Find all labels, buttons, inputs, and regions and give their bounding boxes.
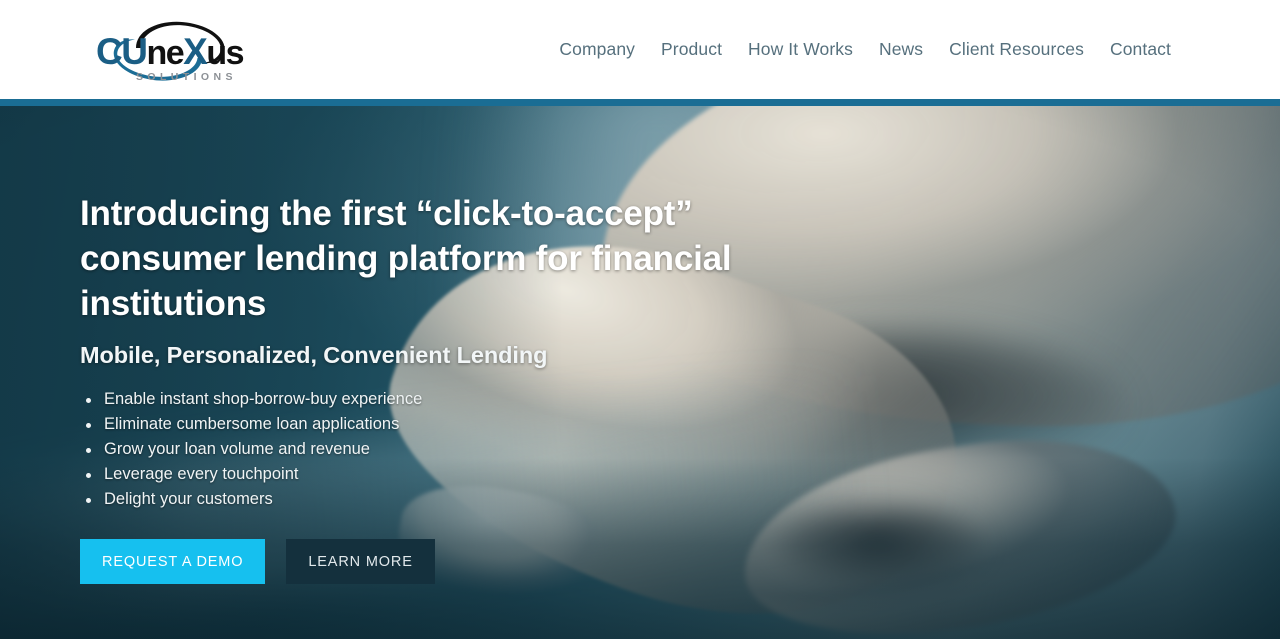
site-header: CUneXus SOLUTIONS Company Product How It… — [0, 0, 1280, 99]
list-item: Grow your loan volume and revenue — [80, 437, 900, 462]
list-item: Enable instant shop-borrow-buy experienc… — [80, 387, 900, 412]
page-root: CUneXus SOLUTIONS Company Product How It… — [0, 0, 1280, 639]
hero-content: Introducing the first “click-to-accept” … — [80, 106, 900, 584]
cunexus-logo-icon: CUneXus SOLUTIONS — [96, 21, 245, 83]
nav-item-news[interactable]: News — [866, 33, 936, 66]
site-logo[interactable]: CUneXus SOLUTIONS — [78, 14, 258, 86]
nav-item-company[interactable]: Company — [546, 33, 648, 66]
learn-more-button[interactable]: LEARN MORE — [286, 539, 435, 584]
hero-benefits-list: Enable instant shop-borrow-buy experienc… — [80, 387, 900, 512]
main-navigation: Company Product How It Works News Client… — [546, 0, 1184, 99]
list-item: Delight your customers — [80, 487, 900, 512]
nav-item-product[interactable]: Product — [648, 33, 735, 66]
request-a-demo-button[interactable]: REQUEST A DEMO — [80, 539, 266, 584]
nav-item-contact[interactable]: Contact — [1097, 33, 1184, 66]
hero-cta-group: REQUEST A DEMO LEARN MORE — [80, 539, 900, 584]
svg-text:CUneXus: CUneXus — [96, 31, 244, 72]
header-accent-bar — [0, 99, 1280, 106]
hero-section: Introducing the first “click-to-accept” … — [0, 106, 1280, 639]
hero-headline: Introducing the first “click-to-accept” … — [80, 194, 732, 323]
list-item: Leverage every touchpoint — [80, 462, 900, 487]
hero-subheadline: Mobile, Personalized, Convenient Lending — [80, 342, 548, 368]
svg-text:SOLUTIONS: SOLUTIONS — [136, 71, 237, 83]
nav-item-client-resources[interactable]: Client Resources — [936, 33, 1097, 66]
list-item: Eliminate cumbersome loan applications — [80, 412, 900, 437]
nav-item-how-it-works[interactable]: How It Works — [735, 33, 866, 66]
